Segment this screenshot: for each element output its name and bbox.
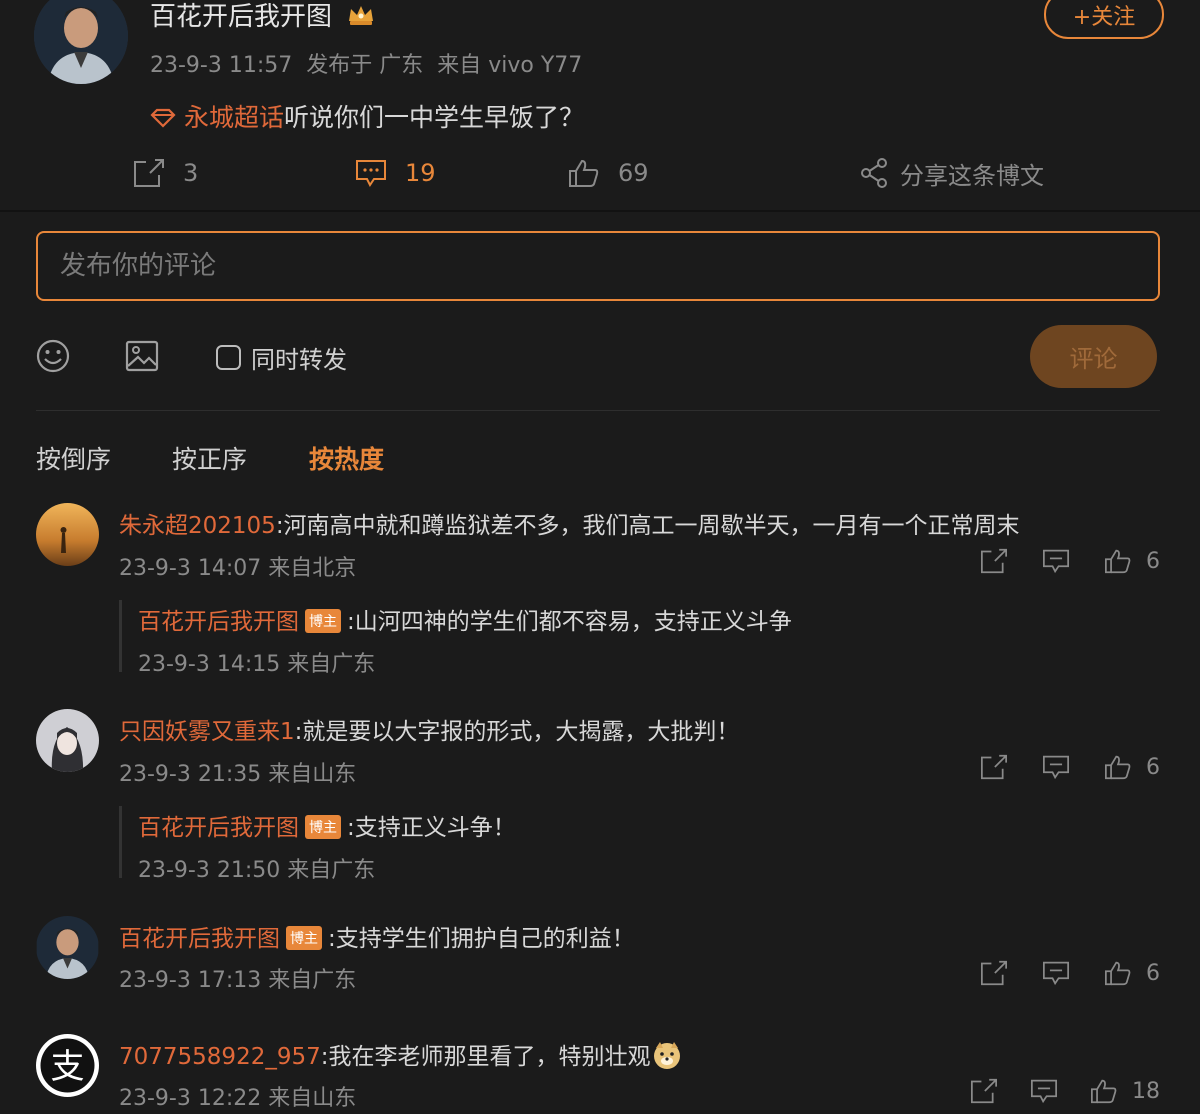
comment-action[interactable]: 19 [355,153,436,193]
submit-comment-button[interactable]: 评论 [1030,325,1157,388]
repost-action[interactable]: 3 [133,153,198,193]
comment-actions: 18 [970,1078,1160,1104]
repost-count: 3 [183,159,199,187]
comment-meta: 23-9-3 12:22 来自山东 [119,1086,357,1111]
repost-toggle-label: 同时转发 [251,346,347,374]
like-action[interactable]: 69 [568,153,649,193]
emoji-icon[interactable] [36,339,70,373]
commenter-avatar[interactable] [36,503,99,566]
like-count: 18 [1132,1078,1160,1104]
commenter-name[interactable]: 7077558922_957 [119,1044,321,1070]
commenter-avatar[interactable]: 支 [36,1034,99,1097]
reply-meta: 23-9-3 21:50 来自广东 [138,858,376,883]
like-button[interactable]: 6 [1104,754,1160,780]
share-label: 分享这条博文 [900,161,1044,190]
svg-text:支: 支 [51,1047,85,1087]
like-count: 69 [618,159,649,187]
like-count: 6 [1146,754,1160,780]
doge-emoji-icon [652,1040,682,1070]
diamond-icon [150,108,176,128]
comment-text-line: 7077558922_957:我在李老师那里看了，特别壮观 [119,1037,682,1071]
crown-icon [346,3,376,27]
post-text: 听说你们一中学生早饭了？ [283,103,584,132]
comment-actions: 6 [980,548,1160,574]
commenter-avatar[interactable] [36,709,99,772]
repost-icon[interactable] [980,754,1008,780]
repost-checkbox[interactable] [216,345,241,370]
comment-count: 19 [405,159,436,187]
reply-text: :山河四神的学生们都不容易，支持正义斗争 [347,609,792,635]
repost-icon [133,158,165,188]
post-author-name[interactable]: 百花开后我开图 [150,0,376,33]
thumbs-up-icon [1104,754,1132,780]
comment-text-line: 朱永超202105:河南高中就和蹲监狱差不多，我们高工一周歇半天，一月有一个正常… [119,506,1020,540]
post-author-label[interactable]: 百花开后我开图 [150,2,332,32]
commenter-name[interactable]: 朱永超202105 [119,513,276,539]
comment-icon[interactable] [1042,548,1070,574]
image-icon[interactable] [125,340,159,372]
author-badge: 博主 [305,609,341,633]
divider [36,410,1160,411]
sort-reverse-tab[interactable]: 按倒序 [36,440,111,476]
sort-forward-tab[interactable]: 按正序 [172,440,247,476]
topic-link[interactable]: 永城超话 [184,103,284,132]
comment-input[interactable] [36,231,1160,301]
thumbs-up-icon [568,158,600,188]
like-count: 6 [1146,548,1160,574]
thumbs-up-icon [1104,548,1132,574]
comment-meta: 23-9-3 14:07 来自北京 [119,556,357,581]
comment-icon [355,158,387,188]
reply-author-name[interactable]: 百花开后我开图 [138,609,299,635]
comment-text: :支持学生们拥护自己的利益！ [328,926,635,952]
repost-icon[interactable] [980,548,1008,574]
reply-indent-bar [119,600,122,672]
comment-meta: 23-9-3 17:13 来自广东 [119,968,357,993]
author-badge: 博主 [286,926,322,950]
post-meta: 23-9-3 11:57 发布于 广东 来自 vivo Y77 [150,53,583,78]
share-icon [860,158,888,188]
follow-button[interactable]: +关注 [1044,0,1164,39]
comment-icon[interactable] [1042,754,1070,780]
repost-icon[interactable] [970,1078,998,1104]
commenter-name[interactable]: 百花开后我开图 [119,926,280,952]
comment-actions: 6 [980,960,1160,986]
sort-hot-tab[interactable]: 按热度 [309,440,384,476]
comment-text: :就是要以大字报的形式，大揭露，大批判！ [294,719,740,745]
divider [0,210,1200,212]
commenter-avatar[interactable] [36,916,99,979]
thumbs-up-icon [1104,960,1132,986]
comment-text: :我在李老师那里看了，特别壮观 [320,1044,651,1070]
reply-text: :支持正义斗争！ [347,815,516,841]
thumbs-up-icon [1090,1078,1118,1104]
reply-text-line: 百花开后我开图 博主:支持正义斗争！ [138,808,516,842]
repost-toggle[interactable]: 同时转发 [216,340,347,375]
comment-icon[interactable] [1042,960,1070,986]
reply-meta: 23-9-3 14:15 来自广东 [138,652,376,677]
reply-author-name[interactable]: 百花开后我开图 [138,815,299,841]
comment-text-line: 只因妖雾又重来1:就是要以大字报的形式，大揭露，大批判！ [119,712,739,746]
comment-icon[interactable] [1030,1078,1058,1104]
author-avatar[interactable] [34,0,128,84]
comment-text-line: 百花开后我开图 博主:支持学生们拥护自己的利益！ [119,919,635,953]
post-body: 永城超话听说你们一中学生早饭了？ [150,98,584,134]
like-button[interactable]: 6 [1104,548,1160,574]
share-action[interactable]: 分享这条博文 [860,153,1044,193]
comment-text: :河南高中就和蹲监狱差不多，我们高工一周歇半天，一月有一个正常周末 [275,513,1020,539]
repost-icon[interactable] [980,960,1008,986]
author-badge: 博主 [305,815,341,839]
comment-actions: 6 [980,754,1160,780]
post-header: 百花开后我开图 23-9-3 11:57 发布于 广东 来自 vivo Y77 … [0,0,1200,210]
like-button[interactable]: 18 [1090,1078,1160,1104]
like-button[interactable]: 6 [1104,960,1160,986]
reply-indent-bar [119,806,122,878]
commenter-name[interactable]: 只因妖雾又重来1 [119,719,295,745]
like-count: 6 [1146,960,1160,986]
comment-meta: 23-9-3 21:35 来自山东 [119,762,357,787]
reply-text-line: 百花开后我开图 博主:山河四神的学生们都不容易，支持正义斗争 [138,602,792,636]
